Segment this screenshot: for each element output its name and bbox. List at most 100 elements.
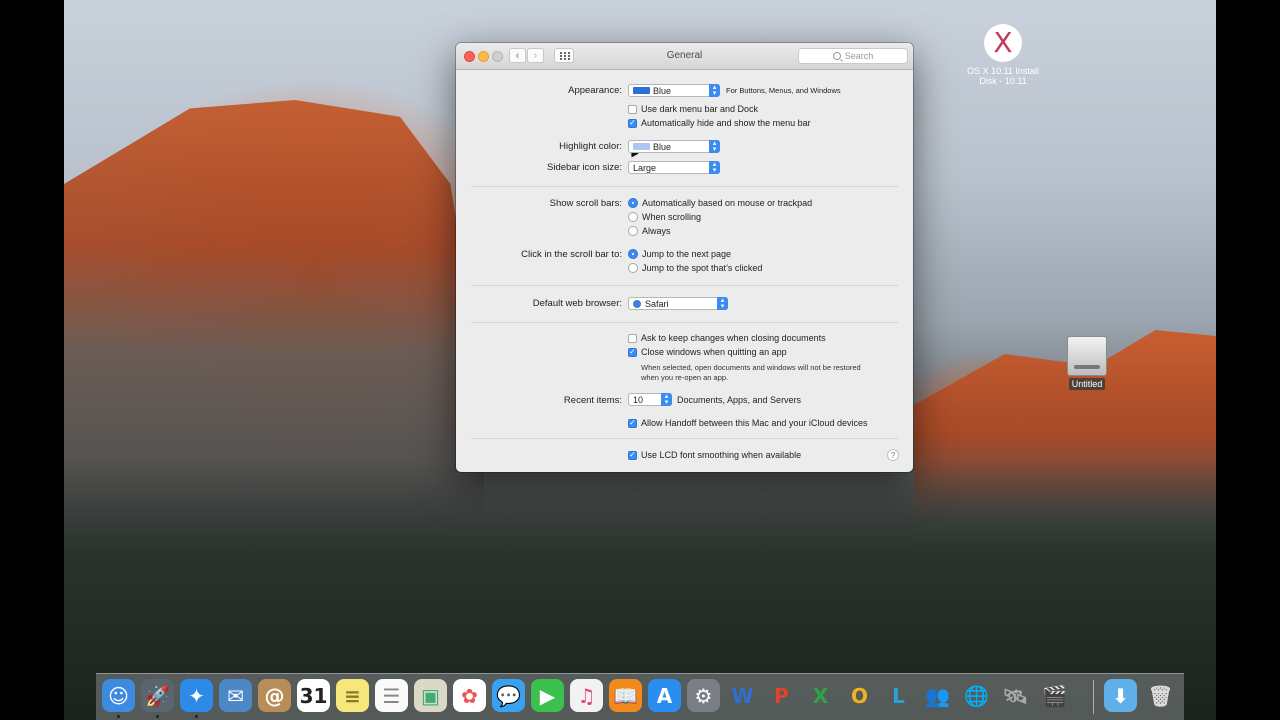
trash-icon[interactable]: 🗑 [1144,679,1177,712]
general-preferences-window: ‹ › General Search Appearance: Blue ▴ ▾ F… [456,43,913,472]
ask-keep-changes-label: Ask to keep changes when closing documen… [641,333,826,343]
calendar-icon[interactable]: 31 [297,679,330,712]
divider [471,285,898,286]
auto-hide-menu-checkbox[interactable]: ✓ Automatically hide and show the menu b… [628,118,811,128]
checkmark-icon: ✓ [628,347,637,357]
sidebar-size-popup[interactable]: Large ▴ ▾ [628,161,720,174]
close-note-line-1: When selected, open documents and window… [641,363,861,372]
untitled-drive-label: Untitled [1068,378,1106,390]
appearance-label: Appearance: [568,85,622,96]
help-button[interactable]: ? [887,449,899,461]
scroll-always-radio[interactable]: Always [628,226,671,236]
safari-icon[interactable]: ✦ [180,679,213,712]
sidebar-size-value: Large [633,162,657,173]
appearance-value: Blue [653,85,672,96]
highlight-swatch [633,143,650,150]
reminders-icon[interactable]: ☰ [375,679,408,712]
browser-popup[interactable]: Safari ▴ ▾ [628,297,728,310]
hard-drive-icon [1067,336,1107,376]
system-preferences-icon[interactable]: ⚙ [687,679,720,712]
appearance-popup[interactable]: Blue ▴ ▾ [628,84,720,97]
itunes-icon[interactable]: ♫ [570,679,603,712]
osx-x-logo-icon: X [984,24,1022,62]
close-windows-checkbox[interactable]: ✓ Close windows when quitting an app [628,347,787,357]
dock: ☺ 🚀 ✦ ✉ @31 ≡ ☰ ▣ ✿ 💬 ▶ ♫ 📖 A ⚙ W P X O L 👥 🌐 🛰 🎬 ⬇ 🗑 [96,673,1184,720]
highlight-label: Highlight color: [559,141,622,152]
messages-icon[interactable]: 💬 [492,679,525,712]
divider [471,438,898,439]
close-note-line-2: when you re-open an app. [641,372,729,382]
radio-icon [628,263,638,273]
appearance-swatch [633,87,650,94]
scroll-always-label: Always [642,226,671,236]
install-disk-icon[interactable]: X OS X 10.11 Install Disk - 10.11 [960,24,1046,86]
appearance-hint: For Buttons, Menus, and Windows [726,86,841,95]
sidebar-size-label: Sidebar icon size: [547,162,622,173]
handoff-label: Allow Handoff between this Mac and your … [641,418,868,428]
search-placeholder: Search [844,51,874,61]
handoff-checkbox[interactable]: ✓ Allow Handoff between this Mac and you… [628,418,867,428]
dark-menu-checkbox[interactable]: Use dark menu bar and Dock [628,104,758,114]
recent-items-popup[interactable]: 10 ▴ ▾ [628,393,672,406]
recent-items-value: 10 [633,394,644,405]
close-windows-label: Close windows when quitting an app [641,347,787,357]
imovie-icon[interactable]: 🎬 [1038,679,1071,712]
launchpad-icon[interactable]: 🚀 [141,679,174,712]
ask-keep-changes-checkbox[interactable]: Ask to keep changes when closing documen… [628,333,826,343]
preview-icon[interactable]: ▣ [414,679,447,712]
checkbox-icon [628,104,637,114]
jump-next-page-label: Jump to the next page [642,249,732,259]
scroll-when-scrolling-radio[interactable]: When scrolling [628,212,701,222]
jump-spot-radio[interactable]: Jump to the spot that’s clicked [628,263,762,273]
contacts-icon[interactable]: @ [258,679,291,712]
ibooks-icon[interactable]: 📖 [609,679,642,712]
radio-icon [628,226,638,236]
messenger-icon[interactable]: 👥 [921,679,954,712]
excel-icon[interactable]: X [804,679,837,712]
browser-label: Default web browser: [532,298,622,309]
recent-items-label: Recent items: [563,395,622,406]
popup-arrows-icon: ▴ ▾ [661,393,672,406]
running-indicator [156,715,159,718]
lcd-smoothing-checkbox[interactable]: ✓ Use LCD font smoothing when available [628,450,801,460]
dark-menu-label: Use dark menu bar and Dock [641,104,759,114]
checkmark-icon: ✓ [628,118,637,128]
popup-arrows-icon: ▴ ▾ [717,297,728,310]
powerpoint-icon[interactable]: P [765,679,798,712]
checkbox-icon [628,333,637,343]
app-store-icon[interactable]: A [648,679,681,712]
auto-hide-label: Automatically hide and show the menu bar [641,118,811,128]
radio-selected-icon [628,249,638,259]
mail-icon[interactable]: ✉ [219,679,252,712]
running-indicator [195,715,198,718]
downloads-folder-icon[interactable]: ⬇ [1104,679,1137,712]
popup-arrows-icon: ▴ ▾ [709,161,720,174]
photos-icon[interactable]: ✿ [453,679,486,712]
scroll-bars-label: Show scroll bars: [549,198,622,209]
remote-desktop-icon[interactable]: 🛰 [999,679,1032,712]
jump-next-page-radio[interactable]: Jump to the next page [628,249,731,259]
popup-arrows-icon: ▴ ▾ [709,84,720,97]
untitled-drive-icon[interactable]: Untitled [1064,336,1110,390]
highlight-value: Blue [653,141,672,152]
highlight-popup[interactable]: Blue ▴ ▾ [628,140,720,153]
dock-separator [1093,680,1094,714]
radio-icon [628,212,638,222]
search-field[interactable]: Search [798,48,908,64]
checkmark-icon: ✓ [628,418,637,428]
install-disk-label-2: Disk - 10.11 [979,76,1027,86]
running-indicator [117,715,120,718]
scroll-auto-radio[interactable]: Automatically based on mouse or trackpad [628,198,812,208]
outlook-icon[interactable]: O [843,679,876,712]
word-icon[interactable]: W [726,679,759,712]
lync-icon[interactable]: L [882,679,915,712]
wallpaper-cliff [64,100,484,520]
finder-icon[interactable]: ☺ [102,679,135,712]
scroll-when-scrolling-label: When scrolling [642,212,702,222]
search-icon [832,52,841,60]
notes-icon[interactable]: ≡ [336,679,369,712]
network-utility-icon[interactable]: 🌐 [960,679,993,712]
scroll-auto-label: Automatically based on mouse or trackpad [642,198,813,208]
facetime-icon[interactable]: ▶ [531,679,564,712]
browser-value: Safari [645,298,669,309]
